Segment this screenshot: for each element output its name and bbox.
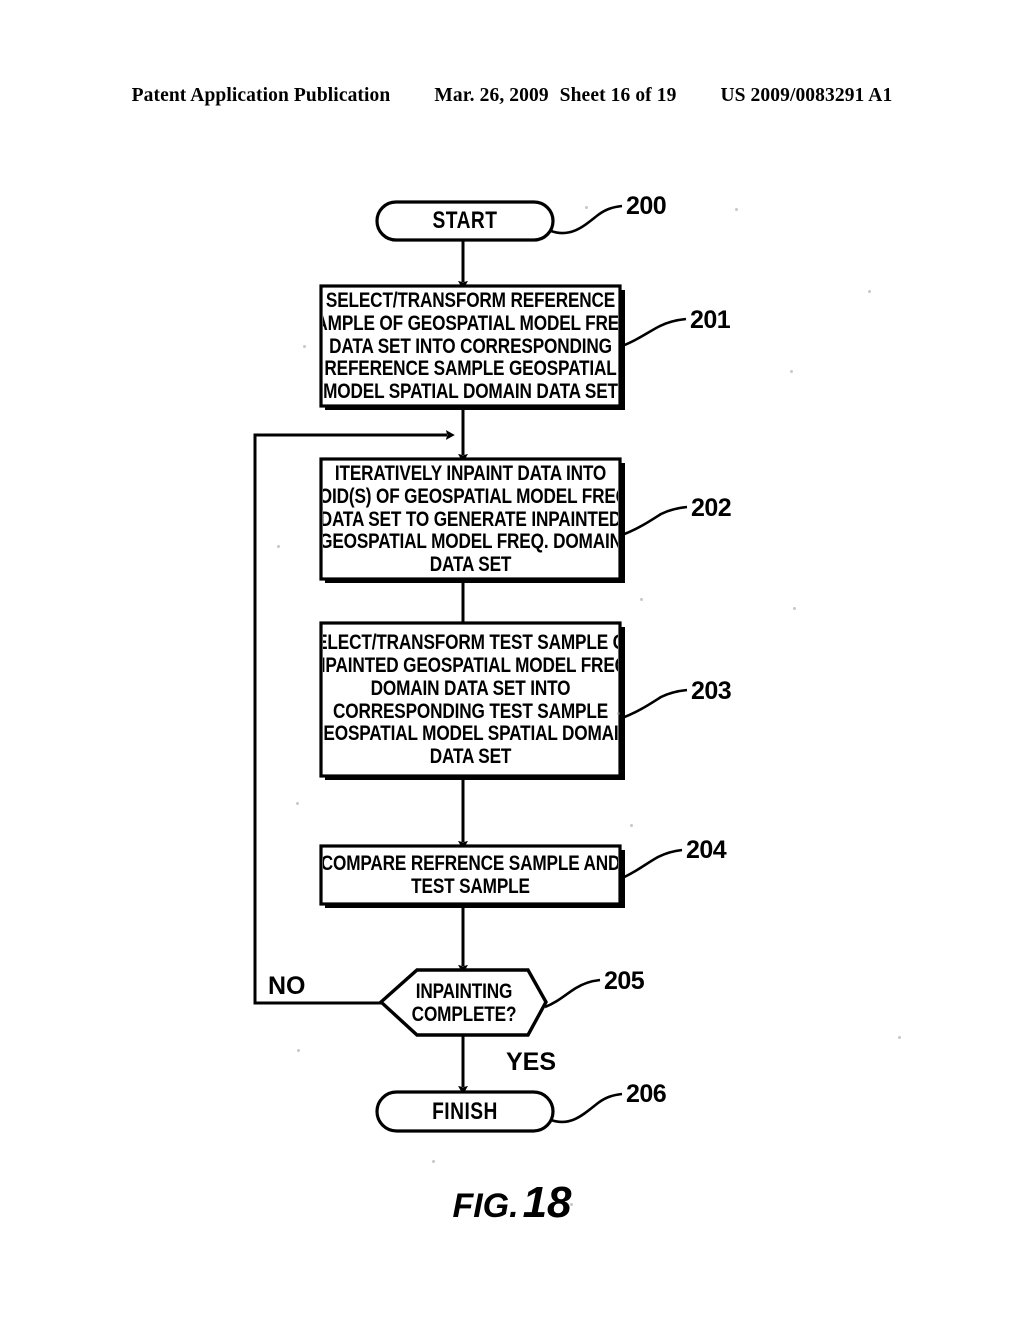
ref-number-203: 203: [691, 677, 731, 705]
leader-line-202: [621, 505, 688, 537]
leader-line-200: [550, 204, 623, 235]
node-step203[interactable]: SELECT/TRANSFORM TEST SAMPLE OF INPAINTE…: [319, 621, 732, 778]
scan-speckle: [585, 206, 588, 209]
step204-label-group: COMPARE REFRENCE SAMPLE AND TEST SAMPLE: [323, 848, 618, 902]
finish-label: FINISH: [432, 1097, 498, 1125]
step203-line-1: SELECT/TRANSFORM TEST SAMPLE OF: [323, 630, 618, 655]
scan-speckle: [297, 1049, 300, 1052]
ref-number-200: 200: [626, 192, 666, 220]
node-step204[interactable]: COMPARE REFRENCE SAMPLE AND TEST SAMPLE …: [319, 836, 727, 906]
ref-number-202: 202: [691, 494, 731, 522]
figure-caption-word: FIG.: [452, 1187, 519, 1225]
step203-line-3: DOMAIN DATA SET INTO: [370, 675, 571, 700]
ref-number-206: 206: [626, 1080, 666, 1108]
scan-speckle: [617, 712, 620, 715]
leader-line-206: [550, 1092, 623, 1124]
step201-line-1: SELECT/TRANSFORM REFERENCE: [325, 288, 616, 313]
leader-line-203: [621, 688, 688, 720]
node-decision205[interactable]: INPAINTING COMPLETE? 205: [378, 967, 645, 1037]
finish-label-group: FINISH: [395, 1092, 536, 1131]
step202-label-group: ITERATIVELY INPAINT DATA INTO VOID(S) OF…: [323, 461, 618, 577]
branch-label-yes: YES: [506, 1048, 556, 1076]
ref-number-204: 204: [686, 836, 727, 864]
step204-line-2: TEST SAMPLE: [411, 874, 530, 898]
scan-speckle: [898, 1036, 901, 1039]
step203-line-6: DATA SET: [429, 744, 512, 769]
scan-speckle: [277, 545, 280, 548]
leader-line-205: [544, 978, 601, 1009]
node-finish[interactable]: FINISH 206: [375, 1080, 667, 1133]
scan-speckle: [868, 290, 871, 293]
step203-line-5: GEOSPATIAL MODEL SPATIAL DOMAIN: [323, 721, 618, 746]
step202-line-3: DATA SET TO GENERATE INPAINTED: [323, 506, 618, 531]
leader-line-204: [621, 848, 683, 880]
branch-label-no: NO: [268, 972, 306, 1000]
step203-label-group: SELECT/TRANSFORM TEST SAMPLE OF INPAINTE…: [323, 625, 618, 774]
step202-line-5: DATA SET: [429, 552, 512, 577]
scan-speckle: [735, 208, 738, 211]
step201-line-3: DATA SET INTO CORRESPONDING: [329, 333, 612, 358]
step203-line-2: INPAINTED GEOSPATIAL MODEL FREQ.: [323, 652, 618, 677]
node-start[interactable]: START 200: [375, 192, 667, 242]
ref-number-201: 201: [690, 306, 731, 334]
node-step201[interactable]: SELECT/TRANSFORM REFERENCE SAMPLE OF GEO…: [319, 284, 731, 408]
scan-speckle: [793, 607, 796, 610]
start-label-group: START: [395, 202, 536, 240]
node-step202[interactable]: ITERATIVELY INPAINT DATA INTO VOID(S) OF…: [319, 457, 732, 581]
step202-line-1: ITERATIVELY INPAINT DATA INTO: [334, 461, 607, 486]
figure-18: START 200 SELECT/TRANSFORM REFERENCE SAM…: [0, 0, 1024, 1320]
step202-line-4: GEOSPATIAL MODEL FREQ. DOMAIN: [323, 529, 618, 554]
scan-speckle: [630, 824, 633, 827]
step203-line-4: CORRESPONDING TEST SAMPLE: [332, 698, 609, 723]
figure-caption-number: 18: [522, 1178, 572, 1227]
decision205-line-2: COMPLETE?: [411, 1002, 517, 1026]
decision205-label-group: INPAINTING COMPLETE?: [405, 972, 523, 1034]
step201-label-group: SELECT/TRANSFORM REFERENCE SAMPLE OF GEO…: [323, 288, 618, 404]
scan-speckle: [432, 1160, 435, 1163]
figure-caption: FIG.18: [0, 1178, 1024, 1228]
step201-line-5: MODEL SPATIAL DOMAIN DATA SET: [323, 379, 618, 404]
step204-line-1: COMPARE REFRENCE SAMPLE AND: [323, 851, 618, 876]
decision205-line-1: INPAINTING: [415, 979, 513, 1004]
flowchart-canvas: START 200 SELECT/TRANSFORM REFERENCE SAM…: [253, 192, 732, 1133]
scan-speckle: [640, 598, 643, 601]
ref-number-205: 205: [604, 967, 645, 995]
step202-line-2: VOID(S) OF GEOSPATIAL MODEL FREQ.: [323, 483, 618, 508]
scan-speckle: [790, 370, 793, 373]
step201-line-4: REFERENCE SAMPLE GEOSPATIAL: [324, 356, 617, 381]
leader-line-201: [621, 317, 687, 348]
step201-line-2: SAMPLE OF GEOSPATIAL MODEL FREQ.: [323, 310, 618, 335]
start-label: START: [432, 207, 498, 235]
scan-speckle: [296, 802, 299, 805]
scan-speckle: [303, 345, 306, 348]
